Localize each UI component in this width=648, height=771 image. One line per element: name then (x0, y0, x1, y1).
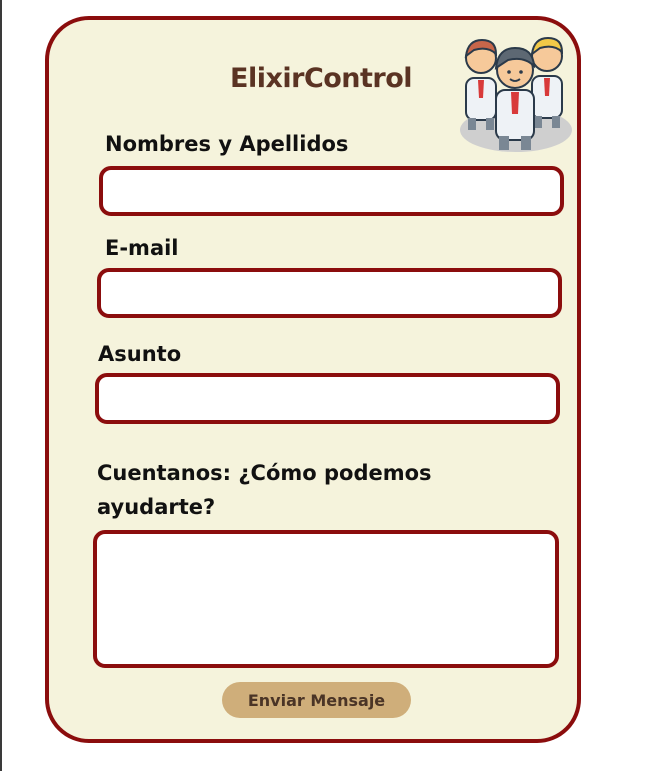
email-label: E-mail (105, 236, 179, 260)
subject-input[interactable] (95, 373, 560, 424)
subject-label: Asunto (98, 342, 182, 366)
brand-title: ElixirControl (230, 63, 413, 94)
email-input[interactable] (97, 268, 562, 318)
send-message-button[interactable]: Enviar Mensaje (222, 682, 411, 718)
message-label: Cuentanos: ¿Cómo podemos ayudarte? (97, 461, 432, 519)
message-textarea[interactable] (93, 530, 559, 668)
team-people-icon (458, 34, 574, 154)
full-name-input[interactable] (99, 166, 564, 216)
full-name-label: Nombres y Apellidos (105, 132, 349, 156)
window-left-edge (0, 0, 2, 771)
